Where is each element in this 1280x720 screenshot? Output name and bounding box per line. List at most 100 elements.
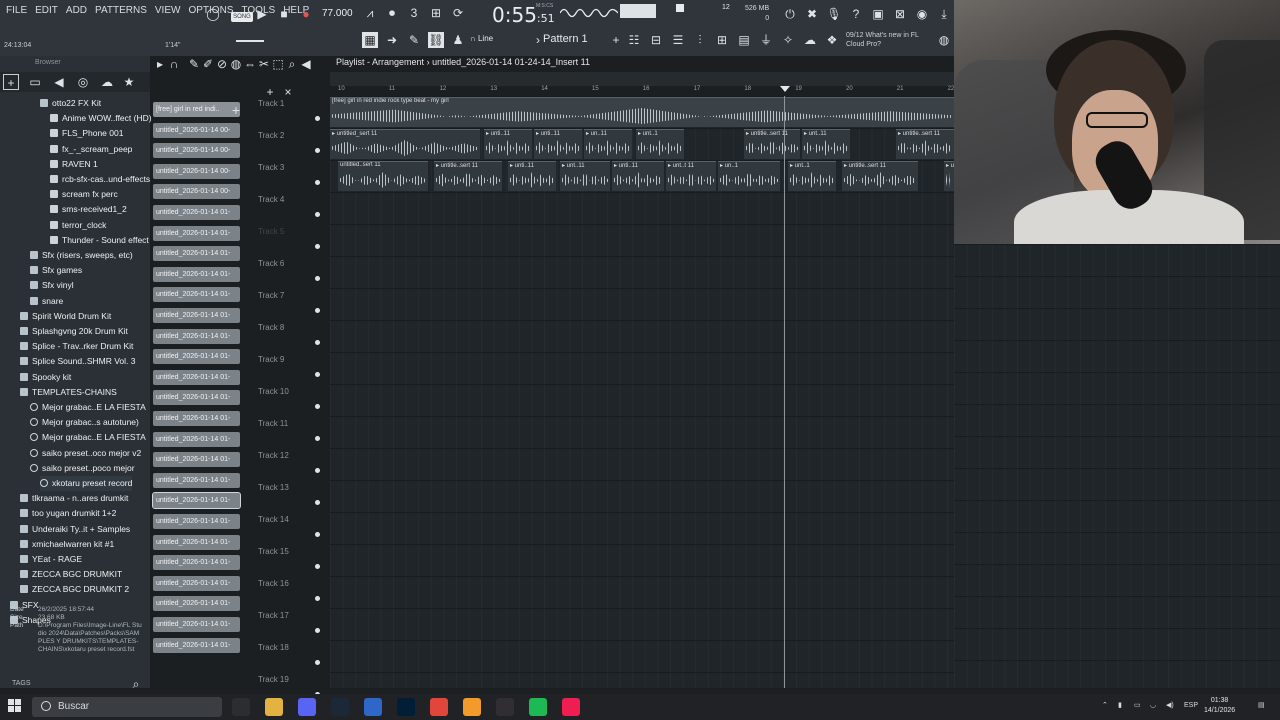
photoshop-icon[interactable] bbox=[397, 698, 415, 716]
ide-icon[interactable] bbox=[232, 698, 250, 716]
audio-clip[interactable]: ▸ unti..11 bbox=[484, 129, 532, 159]
audio-clip[interactable]: ▸ unti..11 bbox=[612, 161, 664, 191]
browser-item[interactable]: FLS_Phone 001 bbox=[50, 126, 123, 141]
track-header[interactable]: Track 18 bbox=[244, 640, 330, 672]
picker-clip[interactable]: untitled_2026-01-14 01- bbox=[153, 328, 240, 344]
link-icon[interactable]: ⛓ bbox=[428, 32, 444, 48]
speaker-icon[interactable]: ◀ bbox=[298, 56, 314, 72]
picker-clip[interactable]: untitled_2026-01-14 01- bbox=[153, 308, 240, 323]
back-icon[interactable]: ◀ bbox=[51, 74, 67, 90]
discord-icon[interactable] bbox=[298, 698, 316, 716]
audio-clip[interactable]: ▸ un..1 bbox=[718, 161, 780, 191]
track-mute-led[interactable] bbox=[315, 308, 320, 313]
obs-icon[interactable] bbox=[496, 698, 514, 716]
track-header[interactable]: Track 1 bbox=[244, 96, 330, 128]
menu-view[interactable]: VIEW bbox=[155, 5, 181, 23]
arrangement-grid[interactable]: [free] girl in red indie rock type beat … bbox=[330, 96, 956, 688]
browser-item[interactable]: RAVEN 1 bbox=[50, 157, 98, 172]
browser-tree-icon[interactable]: ⊞ bbox=[714, 32, 730, 48]
windows-start-icon[interactable] bbox=[8, 699, 22, 713]
arrangement-name[interactable]: untitled_2026-01-14 01-24-14_Insert 11 bbox=[432, 57, 590, 67]
track-mute-led[interactable] bbox=[315, 436, 320, 441]
track-header[interactable]: Track 5 bbox=[244, 224, 330, 256]
playlist-icon[interactable]: ▦ bbox=[362, 32, 378, 48]
add-icon[interactable]: + bbox=[3, 74, 19, 90]
browser-item[interactable]: Splice - Trav..rker Drum Kit bbox=[20, 339, 133, 354]
browser-item[interactable]: Mejor grabac..s autotune) bbox=[30, 415, 139, 430]
mixer-icon[interactable]: ☷ bbox=[626, 32, 642, 48]
browser-item[interactable]: sms-received1_2 bbox=[50, 202, 127, 217]
steam-icon[interactable] bbox=[331, 698, 349, 716]
browser-item[interactable]: fx_-_scream_peep bbox=[50, 142, 132, 157]
menu-edit[interactable]: EDIT bbox=[35, 5, 58, 23]
track-header[interactable]: Track 7 bbox=[244, 288, 330, 320]
browser-item[interactable]: tlkraama - n..ares drumkit bbox=[20, 491, 128, 506]
track-mute-led[interactable] bbox=[315, 564, 320, 569]
picker-clip[interactable]: untitled_2026-01-14 01- bbox=[153, 431, 240, 447]
picker-clip[interactable]: untitled_2026-01-14 01- bbox=[153, 617, 240, 632]
picker-clip[interactable]: untitled_2026-01-14 01- bbox=[153, 246, 240, 262]
track-mute-led[interactable] bbox=[315, 628, 320, 633]
stamp-icon[interactable]: ♟ bbox=[450, 32, 466, 48]
news-icon[interactable]: ❖ bbox=[824, 32, 840, 48]
menu-file[interactable]: FILE bbox=[6, 5, 27, 23]
picker-clip[interactable]: [free] girl in red indi.. bbox=[153, 102, 240, 117]
snap-selector[interactable]: ∩ Line bbox=[470, 34, 493, 43]
browser-item[interactable]: TEMPLATES-CHAINS bbox=[20, 385, 117, 400]
song-mode-button[interactable]: SONG bbox=[231, 12, 253, 22]
browser-item[interactable]: Spooky kit bbox=[20, 370, 71, 385]
help-icon[interactable]: ? bbox=[848, 6, 864, 22]
track-header[interactable]: Track 8 bbox=[244, 320, 330, 352]
fl-studio-icon[interactable] bbox=[463, 698, 481, 716]
audio-clip[interactable]: ▸ un.. bbox=[944, 161, 956, 191]
audio-clip[interactable]: ▸ unti..11 bbox=[534, 129, 582, 159]
language-indicator[interactable]: ESP bbox=[1184, 702, 1198, 709]
track-mute-led[interactable] bbox=[315, 500, 320, 505]
track-mute-led[interactable] bbox=[315, 596, 320, 601]
master-pitch-slider[interactable] bbox=[236, 40, 264, 42]
audio-clip[interactable]: untitled..sert 11 bbox=[338, 161, 428, 191]
step-edit-icon[interactable]: ⊞ bbox=[428, 5, 444, 21]
equalizer-icon[interactable]: ⫶ bbox=[692, 32, 708, 48]
system-clock[interactable]: 01:38 14/1/2026 bbox=[1204, 696, 1235, 716]
track-mute-led[interactable] bbox=[315, 148, 320, 153]
wait-for-input-icon[interactable]: ⏺ bbox=[384, 5, 400, 21]
playhead[interactable] bbox=[784, 96, 785, 688]
track-mute-led[interactable] bbox=[315, 276, 320, 281]
track-header[interactable]: Track 14 bbox=[244, 512, 330, 544]
spotify-icon[interactable] bbox=[529, 698, 547, 716]
picker-clip[interactable]: untitled_2026-01-14 01- bbox=[153, 596, 240, 612]
browser-item[interactable]: xmichaelwarren kit #1 bbox=[20, 537, 114, 552]
save-icon[interactable]: ▣ bbox=[870, 6, 886, 22]
arrangement-grid-extension[interactable] bbox=[954, 244, 1280, 688]
picker-clip[interactable]: untitled_2026-01-14 01- bbox=[153, 225, 240, 241]
browser-item[interactable]: saiko preset..poco mejor bbox=[30, 461, 135, 476]
track-header[interactable]: Track 4 bbox=[244, 192, 330, 224]
notification-icon[interactable]: ▤ bbox=[1258, 701, 1265, 709]
audio-clip[interactable]: ▸ untitle..sert 11 bbox=[842, 161, 918, 191]
track-mute-led[interactable] bbox=[315, 372, 320, 377]
pat-song-knob-icon[interactable]: ◯ bbox=[205, 6, 221, 22]
browser-item[interactable]: scream fx perc bbox=[50, 187, 118, 202]
menu-patterns[interactable]: PATTERNS bbox=[95, 5, 147, 23]
cloud-icon[interactable]: ☁ bbox=[802, 32, 818, 48]
picker-clip[interactable]: untitled_2026-01-14 01- bbox=[153, 637, 240, 653]
template-icon[interactable]: ▤ bbox=[736, 32, 752, 48]
pattern-selector[interactable]: Pattern 1 bbox=[543, 33, 609, 49]
horizontal-scrollbar[interactable] bbox=[330, 72, 954, 86]
track-header[interactable]: Track 13 bbox=[244, 480, 330, 512]
chat-icon[interactable]: ◉ bbox=[914, 6, 930, 22]
metronome-icon[interactable]: ⩘ bbox=[362, 5, 378, 21]
file-icon[interactable]: ▭ bbox=[27, 74, 43, 90]
picker-clip[interactable]: untitled_2026-01-14 01- bbox=[153, 472, 240, 488]
menu-add[interactable]: ADD bbox=[66, 5, 87, 23]
network-icon[interactable]: ▭ bbox=[1134, 701, 1141, 709]
audio-clip[interactable]: ▸ un..11 bbox=[584, 129, 632, 159]
picker-clip[interactable]: untitled_2026-01-14 01- bbox=[153, 514, 240, 529]
browser-item[interactable]: otto22 FX Kit bbox=[40, 96, 101, 111]
picker-clip[interactable]: untitled_2026-01-14 01- bbox=[153, 390, 240, 406]
file-explorer-icon[interactable] bbox=[265, 698, 283, 716]
browser-item[interactable]: ZECCA BGC DRUMKIT 2 bbox=[20, 582, 129, 597]
browser-item[interactable]: Splice Sound..SHMR Vol. 3 bbox=[20, 354, 135, 369]
browser-item[interactable]: Anime WOW..ffect (HD) bbox=[50, 111, 152, 126]
